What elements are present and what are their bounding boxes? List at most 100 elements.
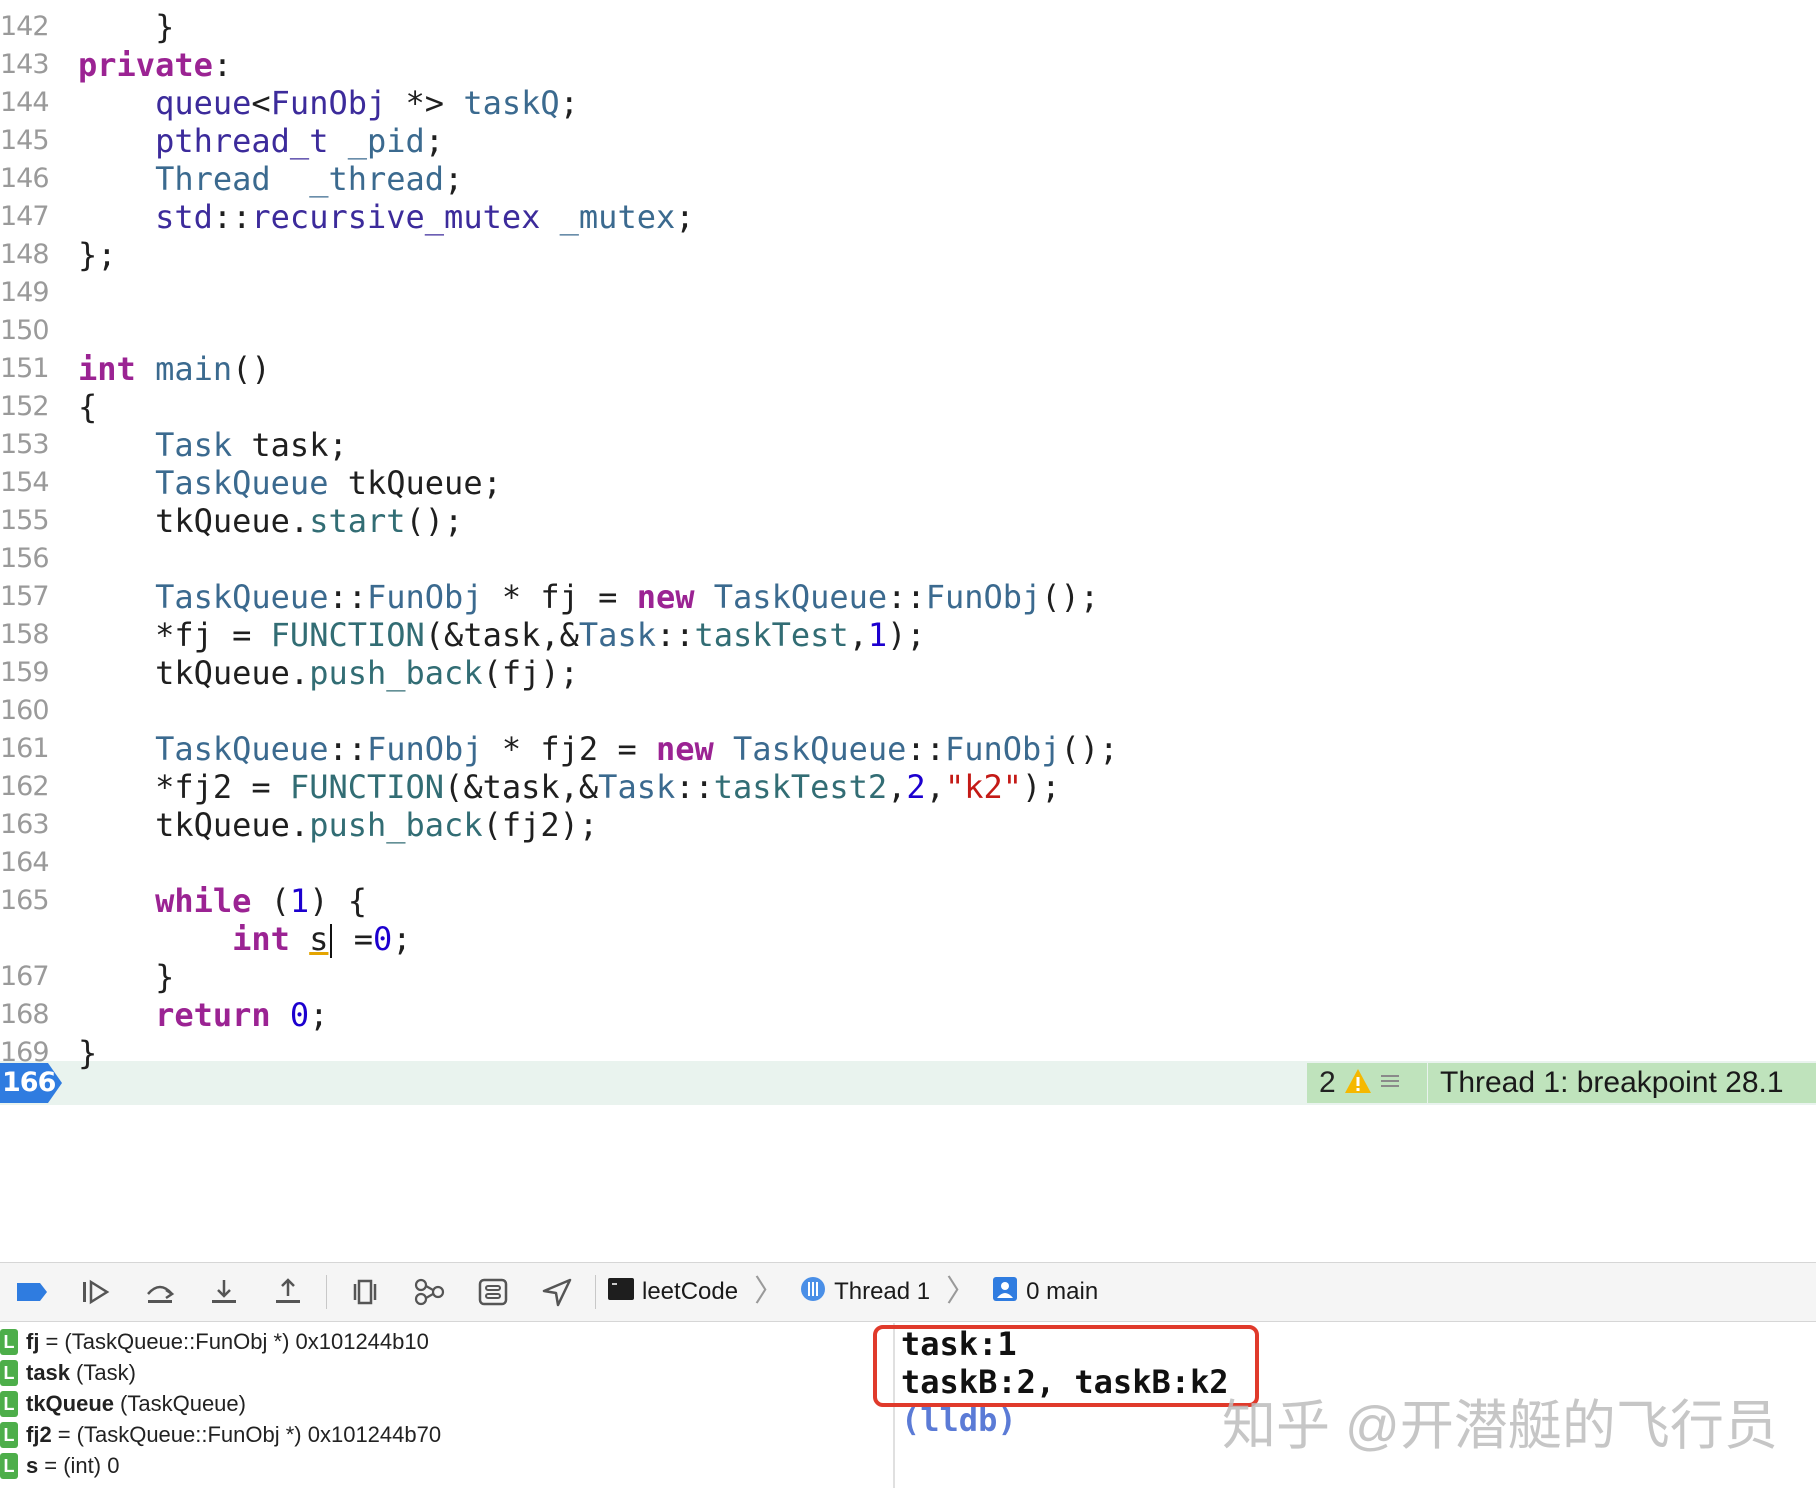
code-token: FunObj (366, 730, 483, 768)
code-token: _mutex (559, 198, 676, 236)
code-token: Task (155, 426, 233, 464)
code-token: ; (444, 160, 464, 198)
code-token: FunObj (925, 578, 1042, 616)
code-token: (); (1041, 578, 1100, 616)
code-token: Task (598, 768, 676, 806)
code-token: 0 (372, 920, 393, 958)
local-variable-icon: L (0, 1422, 18, 1448)
memory-graph-icon[interactable] (397, 1264, 461, 1320)
variable-name: fj2 (26, 1422, 52, 1447)
breakpoint-toggle-icon[interactable] (0, 1264, 64, 1320)
code-token: push_back (309, 806, 483, 844)
stack-frame-icon (992, 1276, 1018, 1309)
code-token: :: (328, 730, 367, 768)
code-token: tkQueue. (78, 806, 310, 844)
code-token: 0 (289, 996, 310, 1034)
code-token: }; (78, 236, 117, 274)
code-token: Thread (155, 160, 271, 198)
code-token: 1 (289, 882, 310, 920)
code-token: , (887, 768, 907, 806)
chevron-right-icon: 〉 (946, 1275, 977, 1308)
breadcrumb-thread[interactable]: Thread 1 (834, 1278, 930, 1306)
code-token: ; (392, 920, 412, 958)
code-token: ; (559, 84, 579, 122)
code-token: :: (906, 730, 945, 768)
breadcrumb-frame[interactable]: 0 main (1026, 1278, 1098, 1306)
local-variable-icon: L (0, 1360, 18, 1386)
code-token: FunObj (366, 578, 483, 616)
code-token: *fj = (78, 616, 271, 654)
code-token: * fj = (482, 578, 637, 616)
text-cursor (330, 924, 333, 958)
variable-row[interactable]: Ls = (int) 0 (0, 1448, 893, 1484)
code-token: while (155, 882, 252, 920)
code-token: < (251, 84, 271, 122)
output-highlight-box (873, 1325, 1259, 1407)
code-token: tkQueue; (328, 464, 502, 502)
code-token: *fj2 = (78, 768, 290, 806)
breadcrumb-target[interactable]: leetCode (642, 1278, 738, 1306)
step-over-icon[interactable] (128, 1264, 192, 1320)
thread-icon (800, 1276, 826, 1309)
environment-overrides-icon[interactable] (461, 1264, 525, 1320)
code-token: :: (655, 616, 695, 654)
variable-value: (TaskQueue) (120, 1391, 246, 1416)
code-token: taskQ (463, 84, 560, 122)
code-token: (&task,& (424, 616, 579, 654)
code-token: : (212, 46, 233, 84)
simulate-location-icon[interactable] (525, 1264, 589, 1320)
code-editor[interactable]: 142 } 143 private: 144 queue<FunObj *> task… (0, 0, 1816, 1262)
code-token: FUNCTION (289, 768, 445, 806)
variable-name: fj (26, 1329, 40, 1354)
code-token: TaskQueue (155, 578, 329, 616)
variables-view[interactable]: Lfj = (TaskQueue::FunObj *) 0x101244b10 Lt… (0, 1323, 893, 1488)
code-token: (); (1060, 730, 1119, 768)
code-token: * fj2 = (482, 730, 656, 768)
code-token: private (78, 46, 213, 84)
code-token: TaskQueue (155, 464, 329, 502)
code-token: task; (232, 426, 348, 464)
breakpoint-annotation[interactable]: Thread 1: breakpoint 28.1 (1428, 1063, 1816, 1103)
code-token: :: (675, 768, 714, 806)
code-token: (fj); (482, 654, 579, 692)
view-hierarchy-icon[interactable] (333, 1264, 397, 1320)
code-token: std (155, 198, 213, 236)
code-token: = (334, 920, 373, 958)
code-token: FunObj (944, 730, 1061, 768)
code-token: new (636, 578, 695, 616)
code-token: (); (405, 502, 464, 540)
code-token: (fj2); (482, 806, 599, 844)
code-token: :: (212, 198, 252, 236)
variable-name: tkQueue (26, 1391, 115, 1416)
variable-value: = (int) 0 (44, 1453, 120, 1478)
current-line-number: 166 (2, 1067, 56, 1098)
issue-count: 2 (1319, 1066, 1336, 1099)
issue-badge[interactable]: 2 (1307, 1063, 1427, 1103)
code-token: "k2" (944, 768, 1023, 806)
variable-name: task (26, 1360, 71, 1385)
code-token: ; (309, 996, 329, 1034)
continue-icon[interactable] (64, 1264, 128, 1320)
code-token: TaskQueue (733, 730, 907, 768)
terminal-icon (608, 1277, 634, 1307)
breadcrumb: leetCode 〉 Thread 1 〉 0 main (608, 1276, 1098, 1309)
code-token: () (232, 350, 271, 388)
step-into-icon[interactable] (192, 1264, 256, 1320)
step-out-icon[interactable] (256, 1264, 320, 1320)
code-token: queue (155, 84, 252, 122)
code-token: } (78, 8, 175, 46)
toolbar-separator (595, 1275, 596, 1309)
code-token: , (848, 616, 868, 654)
code-token: s (309, 920, 329, 958)
code-token: recursive_mutex (251, 198, 541, 236)
